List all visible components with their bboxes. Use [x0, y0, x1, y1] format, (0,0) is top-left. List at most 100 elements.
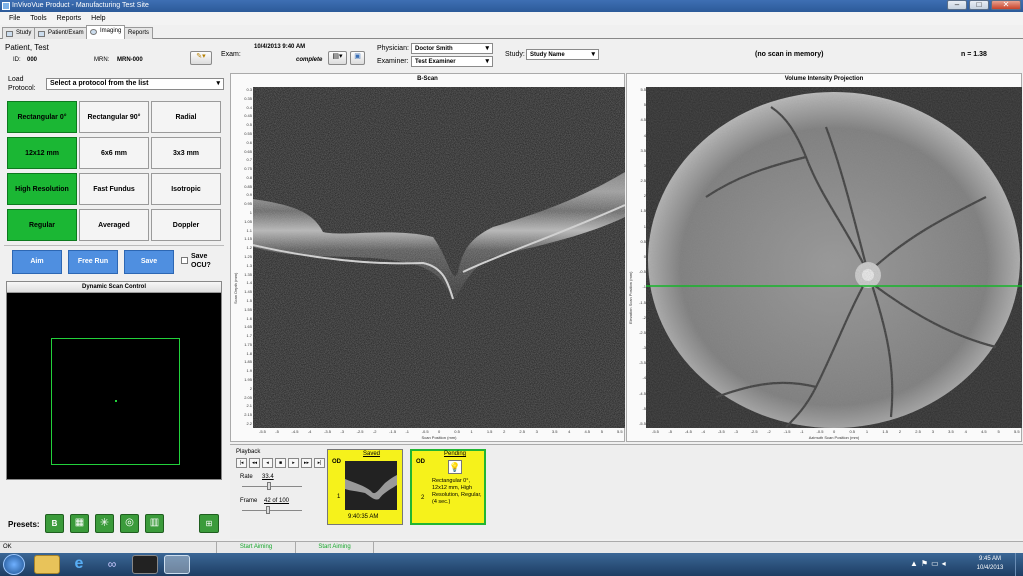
exam-menu-button[interactable]: ▤▾ [328, 51, 347, 65]
tab-reports-label: Reports [128, 30, 150, 36]
internet-explorer-icon[interactable]: e [66, 555, 92, 574]
pending-eye: OD [416, 459, 425, 465]
radial-button[interactable]: Radial [151, 101, 221, 133]
tab-reports[interactable]: Reports [124, 27, 154, 39]
bscan-image[interactable] [253, 87, 625, 428]
x-tick-label: 1.5 [882, 429, 888, 434]
stop-button[interactable]: ■ [275, 458, 286, 468]
tab-patient-exam[interactable]: Patient/Exam [34, 27, 88, 39]
start-button[interactable] [3, 554, 25, 575]
x-tick-label: -1 [405, 429, 410, 434]
taskbar-clock[interactable]: 9:45 AM 10/4/2013 [970, 555, 1010, 573]
size-12x12-button[interactable]: 12x12 mm [7, 137, 77, 169]
step-back-button[interactable]: ◂ [262, 458, 273, 468]
exam-save-button[interactable]: ▣ [350, 51, 365, 65]
save-ocu-checkbox[interactable] [181, 257, 188, 264]
doppler-button[interactable]: Doppler [151, 209, 221, 241]
protocol-select[interactable]: Select a protocol from the list [46, 78, 224, 90]
free-run-button[interactable]: Free Run [68, 250, 118, 274]
rectangular-90-button[interactable]: Rectangular 90° [79, 101, 149, 133]
invivovue-taskbar-icon[interactable] [164, 555, 190, 574]
save-button[interactable]: Save [124, 250, 174, 274]
y-tick-label: 1.75 [244, 341, 252, 347]
close-button[interactable]: ✕ [991, 0, 1021, 10]
x-tick-label: -5.5 [652, 429, 659, 434]
saved-scan-card[interactable]: OD Saved 1 9:40:35 AM [327, 449, 403, 525]
maximize-button[interactable]: □ [969, 0, 989, 10]
edit-patient-button[interactable]: ✎▾ [190, 51, 212, 65]
play-button[interactable]: ▸ [288, 458, 299, 468]
menu-tools[interactable]: Tools [30, 15, 46, 22]
menu-file[interactable]: File [9, 15, 20, 22]
isotropic-button[interactable]: Isotropic [151, 173, 221, 205]
tray-icons[interactable]: ▲⚑▭◂ [910, 559, 949, 568]
scan-center-point[interactable] [115, 400, 117, 402]
app-icon [2, 2, 10, 10]
minimize-button[interactable]: – [947, 0, 967, 10]
bscan-x-axis-label: Scan Position (mm) [421, 435, 457, 440]
high-resolution-button[interactable]: High Resolution [7, 173, 77, 205]
x-tick-label: -4.5 [684, 429, 692, 434]
y-tick-label: 1.05 [244, 218, 252, 224]
patient-name: Patient, Test [5, 43, 49, 52]
fundus-image[interactable] [646, 87, 1022, 428]
tab-study[interactable]: Study [2, 27, 36, 39]
menu-reports[interactable]: Reports [57, 15, 82, 22]
preset-volume-icon[interactable]: ▥ [145, 514, 164, 533]
tab-imaging[interactable]: Imaging [86, 25, 126, 39]
x-tick-label: 5.5 [617, 429, 623, 434]
app-icon-2[interactable]: ∞ [99, 555, 125, 574]
first-frame-button[interactable]: |◂ [236, 458, 247, 468]
x-tick-label: -3.5 [717, 429, 725, 434]
mrn-label: MRN: [94, 57, 110, 63]
y-tick-label: 1.85 [244, 359, 252, 365]
x-tick-label: -2 [372, 429, 377, 434]
y-tick-label: 0.7 [246, 157, 252, 163]
frame-slider[interactable] [242, 510, 302, 511]
fast-forward-button[interactable]: ▸▸ [301, 458, 312, 468]
rewind-button[interactable]: ◂◂ [249, 458, 260, 468]
y-tick-label: 1.4 [246, 280, 252, 286]
aim-button[interactable]: Aim [12, 250, 62, 274]
x-tick-label: 3 [931, 429, 934, 434]
x-tick-label: 3.5 [948, 429, 954, 434]
rate-slider-thumb[interactable] [267, 482, 272, 490]
physician-select[interactable]: Doctor Smith [411, 43, 493, 54]
y-tick-label: 0.5 [246, 122, 252, 128]
disk-icon: ▣ [354, 53, 361, 60]
regular-button[interactable]: Regular [7, 209, 77, 241]
rate-slider[interactable] [242, 486, 302, 487]
preset-add-icon[interactable]: ⊞ [199, 514, 219, 533]
study-select[interactable]: Study Name [526, 49, 599, 60]
list-icon: ▤▾ [332, 53, 343, 60]
size-3x3-button[interactable]: 3x3 mm [151, 137, 221, 169]
fast-fundus-button[interactable]: Fast Fundus [79, 173, 149, 205]
show-desktop-button[interactable] [1015, 553, 1023, 576]
tab-bar: Study Patient/Exam Imaging Reports [0, 25, 1023, 39]
averaged-button[interactable]: Averaged [79, 209, 149, 241]
pending-desc: Rectangular 0°, 12x12 mm, High Resolutio… [432, 478, 482, 505]
taskbar-time: 9:45 AM [978, 556, 1001, 562]
y-tick-label: 0.95 [244, 201, 252, 207]
save-ocu-label: Save OCU? [191, 253, 211, 269]
size-6x6-button[interactable]: 6x6 mm [79, 137, 149, 169]
pending-scan-card[interactable]: OD Pending 💡 2 Rectangular 0°, 12x12 mm,… [410, 449, 486, 525]
y-tick-label: 1.5 [246, 297, 252, 303]
patient-icon [38, 31, 45, 37]
terminal-icon[interactable] [132, 555, 158, 574]
menu-help[interactable]: Help [91, 15, 105, 22]
last-frame-button[interactable]: ▸| [314, 458, 325, 468]
preset-b-scan-icon[interactable]: B [45, 514, 64, 533]
explorer-icon[interactable] [34, 555, 60, 574]
y-tick-label: 0.35 [244, 95, 252, 101]
rectangular-0-button[interactable]: Rectangular 0° [7, 101, 77, 133]
preset-circle-icon[interactable]: ◎ [120, 514, 139, 533]
x-tick-label: -2 [767, 429, 771, 434]
preset-raster-icon[interactable]: ▦ [70, 514, 89, 533]
preset-radial-icon[interactable]: ✳ [95, 514, 114, 533]
x-tick-label: 1 [865, 429, 869, 434]
status-ok: OK [3, 544, 12, 550]
x-tick-label: 2.5 [519, 429, 525, 434]
frame-slider-thumb[interactable] [265, 506, 270, 514]
examiner-select[interactable]: Test Examiner [411, 56, 493, 67]
